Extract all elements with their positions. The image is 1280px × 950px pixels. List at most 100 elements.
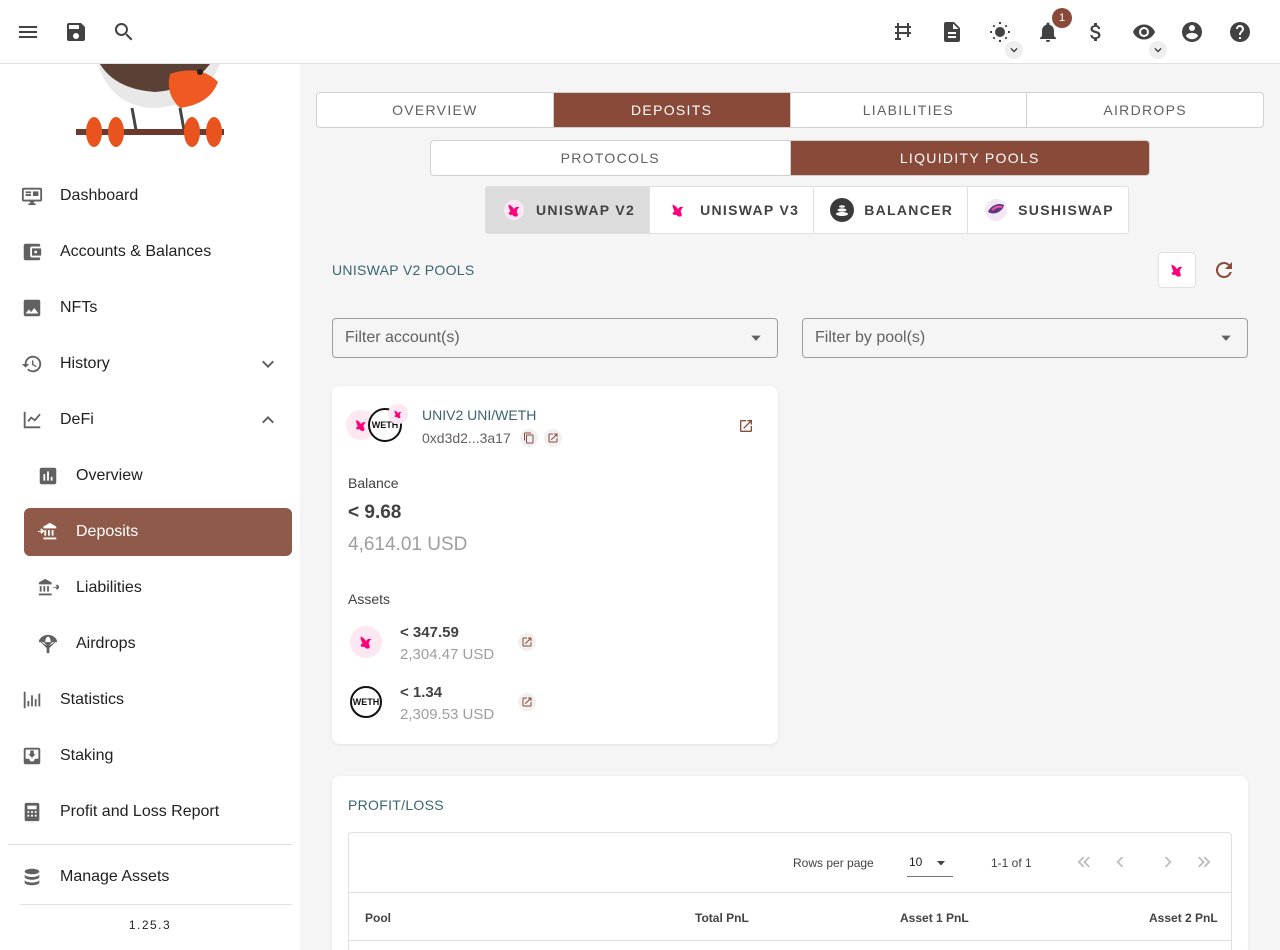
- rows-per-page-value: 10: [909, 855, 923, 869]
- column-header-asset1-pnl[interactable]: Asset 1 PnL: [900, 911, 969, 925]
- assets-label: Assets: [348, 591, 391, 607]
- wallet-icon: [20, 240, 44, 264]
- sidebar-item-label: Deposits: [76, 523, 139, 540]
- tab-label: SUSHISWAP: [1018, 202, 1114, 218]
- table-pagination: Rows per page 10 1-1 of 1: [349, 833, 1231, 893]
- pool-address: 0xd3d2...3a17: [422, 430, 511, 446]
- column-header-pool[interactable]: Pool: [365, 911, 391, 925]
- asset-amount: < 347.59: [400, 624, 459, 641]
- tab-label: UNISWAP V2: [536, 202, 636, 218]
- top-bar: 1: [0, 0, 1280, 64]
- app-version: 1.25.3: [128, 918, 172, 932]
- dropdown-arrow-icon: [937, 861, 945, 866]
- sidebar-item-defi-overview[interactable]: Overview: [0, 452, 300, 500]
- menu-icon[interactable]: [12, 16, 44, 48]
- sidebar-item-airdrops[interactable]: Airdrops: [0, 620, 300, 668]
- uniswap-badge-icon: [388, 404, 408, 424]
- sidebar-item-manage-assets[interactable]: Manage Assets: [0, 853, 300, 901]
- sidebar-item-label: Profit and Loss Report: [60, 803, 220, 820]
- sidebar-item-history[interactable]: History: [0, 340, 300, 388]
- sidebar-item-label: Accounts & Balances: [60, 243, 212, 260]
- theme-chevron-icon[interactable]: [1005, 41, 1023, 59]
- pool-card: WETH UNIV2 UNI/WETH 0xd3d2...3a17 Balanc…: [332, 386, 778, 744]
- sidebar-item-statistics[interactable]: Statistics: [0, 676, 300, 724]
- sidebar-item-pnl-report[interactable]: Profit and Loss Report: [0, 788, 300, 836]
- help-icon[interactable]: [1224, 16, 1256, 48]
- table-header: Pool Total PnL Asset 1 PnL Asset 2 PnL: [349, 893, 1231, 941]
- database-icon: [20, 865, 44, 889]
- inbox-download-icon: [20, 744, 44, 768]
- account-icon[interactable]: [1176, 16, 1208, 48]
- pool-name: UNIV2 UNI/WETH: [422, 407, 537, 423]
- tab-uniswap-v3[interactable]: UNISWAP V3: [650, 187, 815, 233]
- tab-liabilities[interactable]: LIABILITIES: [791, 93, 1028, 127]
- tab-label: BALANCER: [864, 202, 954, 218]
- tab-deposits[interactable]: DEPOSITS: [553, 93, 791, 127]
- tab-protocols[interactable]: PROTOCOLS: [431, 141, 791, 175]
- first-page-icon[interactable]: [1073, 851, 1095, 873]
- dropdown-arrow-icon: [751, 335, 761, 341]
- sidebar-item-label: Statistics: [60, 691, 125, 708]
- search-icon[interactable]: [108, 16, 140, 48]
- sidebar-item-liabilities[interactable]: Liabilities: [0, 564, 300, 612]
- balance-usd: 4,614.01 USD: [348, 534, 468, 555]
- rows-per-page-select[interactable]: 10: [907, 851, 953, 877]
- sidebar-item-label: DeFi: [60, 411, 94, 428]
- pnl-table: Rows per page 10 1-1 of 1 Pool Total PnL…: [348, 832, 1232, 950]
- tab-sushiswap[interactable]: SUSHISWAP: [968, 187, 1128, 233]
- sidebar-item-nfts[interactable]: NFTs: [0, 284, 300, 332]
- bank-deposit-icon: [36, 520, 60, 544]
- sidebar-item-accounts[interactable]: Accounts & Balances: [0, 228, 300, 276]
- notes-icon[interactable]: [936, 16, 968, 48]
- weth-token-icon: WETH: [350, 686, 382, 718]
- save-icon[interactable]: [60, 16, 92, 48]
- sidebar-item-dashboard[interactable]: Dashboard: [0, 172, 300, 220]
- open-pool-icon[interactable]: [738, 418, 758, 438]
- privacy-chevron-icon[interactable]: [1149, 41, 1167, 59]
- tab-balancer[interactable]: BALANCER: [814, 187, 969, 233]
- external-link-icon[interactable]: [518, 633, 536, 651]
- sub-tabs: PROTOCOLS LIQUIDITY POOLS: [430, 140, 1150, 176]
- filter-accounts-select[interactable]: Filter account(s): [332, 318, 778, 358]
- external-link-icon[interactable]: [518, 693, 536, 711]
- sidebar-item-defi[interactable]: DeFi: [0, 396, 300, 444]
- sidebar-item-label: Staking: [60, 747, 114, 764]
- history-icon: [20, 352, 44, 376]
- refresh-icon[interactable]: [1212, 258, 1236, 282]
- balancer-icon: [830, 198, 855, 222]
- tab-overview[interactable]: OVERVIEW: [317, 93, 554, 127]
- hub-icon[interactable]: [887, 16, 919, 48]
- filter-pools-placeholder: Filter by pool(s): [815, 329, 926, 346]
- next-page-icon[interactable]: [1157, 851, 1179, 873]
- asset-usd: 2,304.47 USD: [400, 646, 495, 663]
- chevron-up-icon: [256, 408, 280, 432]
- sidebar-divider: [20, 904, 292, 905]
- balance-label: Balance: [348, 475, 399, 491]
- filter-pools-select[interactable]: Filter by pool(s): [802, 318, 1248, 358]
- uniswap-icon: [502, 198, 526, 222]
- last-page-icon[interactable]: [1193, 851, 1215, 873]
- pool-token-logos: WETH: [346, 404, 410, 444]
- sidebar-item-label: Airdrops: [76, 635, 136, 652]
- chevron-down-icon: [256, 352, 280, 376]
- sidebar-item-staking[interactable]: Staking: [0, 732, 300, 780]
- currency-icon[interactable]: [1080, 16, 1112, 48]
- column-header-asset2-pnl[interactable]: Asset 2 PnL: [1149, 911, 1218, 925]
- tab-uniswap-v2[interactable]: UNISWAP V2: [486, 187, 651, 233]
- bank-liability-icon: [36, 576, 60, 600]
- protocol-logo-button[interactable]: [1158, 252, 1196, 288]
- pnl-title: PROFIT/LOSS: [348, 797, 444, 813]
- tab-airdrops[interactable]: AIRDROPS: [1027, 93, 1263, 127]
- previous-page-icon[interactable]: [1109, 851, 1131, 873]
- sidebar-item-deposits[interactable]: Deposits: [24, 508, 292, 556]
- external-link-icon[interactable]: [544, 429, 562, 447]
- protocol-tabs: UNISWAP V2 UNISWAP V3 BALANCER SUSHISWAP: [485, 186, 1129, 234]
- sidebar-item-label: Liabilities: [76, 579, 142, 596]
- uniswap-icon: [1171, 264, 1183, 277]
- sidebar: Dashboard Accounts & Balances NFTs Histo…: [0, 64, 300, 950]
- column-header-total-pnl[interactable]: Total PnL: [695, 911, 749, 925]
- asset-row: WETH < 1.34 2,309.53 USD: [348, 684, 758, 734]
- tab-liquidity-pools[interactable]: LIQUIDITY POOLS: [790, 141, 1149, 175]
- dashboard-icon: [20, 184, 44, 208]
- copy-icon[interactable]: [520, 429, 538, 447]
